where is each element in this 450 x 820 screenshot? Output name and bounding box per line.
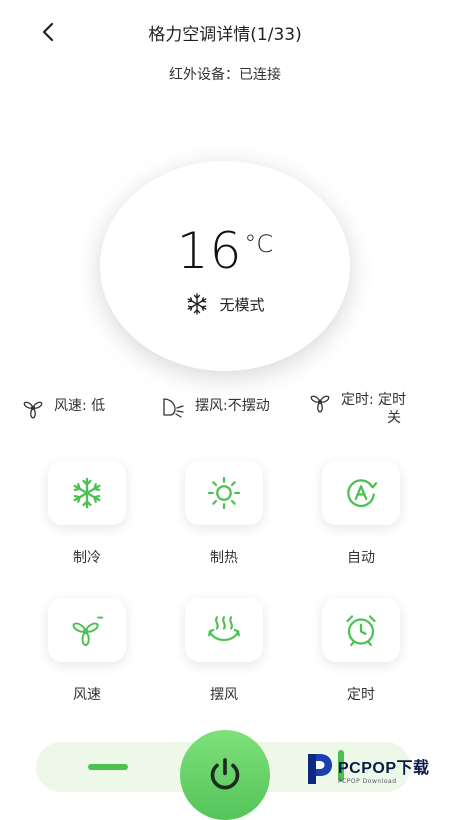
heat-button[interactable] [185,461,263,525]
timer-button-label: 定时 [347,687,375,703]
alarm-clock-icon [346,615,376,647]
sun-icon [207,476,241,510]
cool-button[interactable] [48,461,126,525]
heat-button-label: 制热 [210,550,238,566]
timer-button[interactable] [322,598,400,662]
timer-label: 定时: 定时 关 [341,391,406,427]
temperature-display: 16°C [0,222,450,280]
watermark-brand: PCPOP下载 [338,759,430,777]
fan-speed-button-label: 风速 [73,687,101,703]
temperature-unit: °C [244,230,274,258]
swing-label: 摆风:不摆动 [195,398,270,414]
timer-status: 定时: 定时 关 [307,391,406,427]
pcpop-logo-icon [308,754,332,784]
timer-label-line1: 定时: 定时 [341,392,407,408]
mode-label: 无模式 [219,295,265,314]
swing-status: 摆风:不摆动 [161,397,270,419]
page-title: 格力空调详情(1/33) [148,25,302,45]
temperature-value: 16 [176,222,243,280]
swing-button-label: 摆风 [210,687,238,703]
cool-button-label: 制冷 [73,550,101,566]
swing-button[interactable] [185,598,263,662]
auto-button-label: 自动 [347,550,375,566]
auto-button[interactable] [322,461,400,525]
power-button[interactable] [180,730,270,820]
watermark-subtext: PCPOP Download [338,777,397,785]
snowflake-icon [188,293,207,315]
power-icon [210,758,240,790]
minus-icon [88,764,128,770]
fan-icon [23,401,43,419]
pcpop-watermark: PCPOP下载 PCPOP Download [304,752,430,786]
fan-icon [310,395,330,413]
timer-label-line2: 关 [387,410,401,426]
mode-indicator: 无模式 [0,292,450,316]
ir-device-status: 红外设备：已连接 [169,67,281,83]
swing-icon [208,616,240,641]
fan-speed-label: 风速: 低 [54,398,106,414]
auto-mode-icon [347,479,378,507]
fan-icon [72,616,104,647]
snowflake-icon [73,477,101,509]
swing-vane-icon [163,398,184,418]
fan-speed-button[interactable] [48,598,126,662]
fan-speed-status: 风速: 低 [20,397,105,419]
temperature-decrease-button[interactable] [80,752,136,782]
